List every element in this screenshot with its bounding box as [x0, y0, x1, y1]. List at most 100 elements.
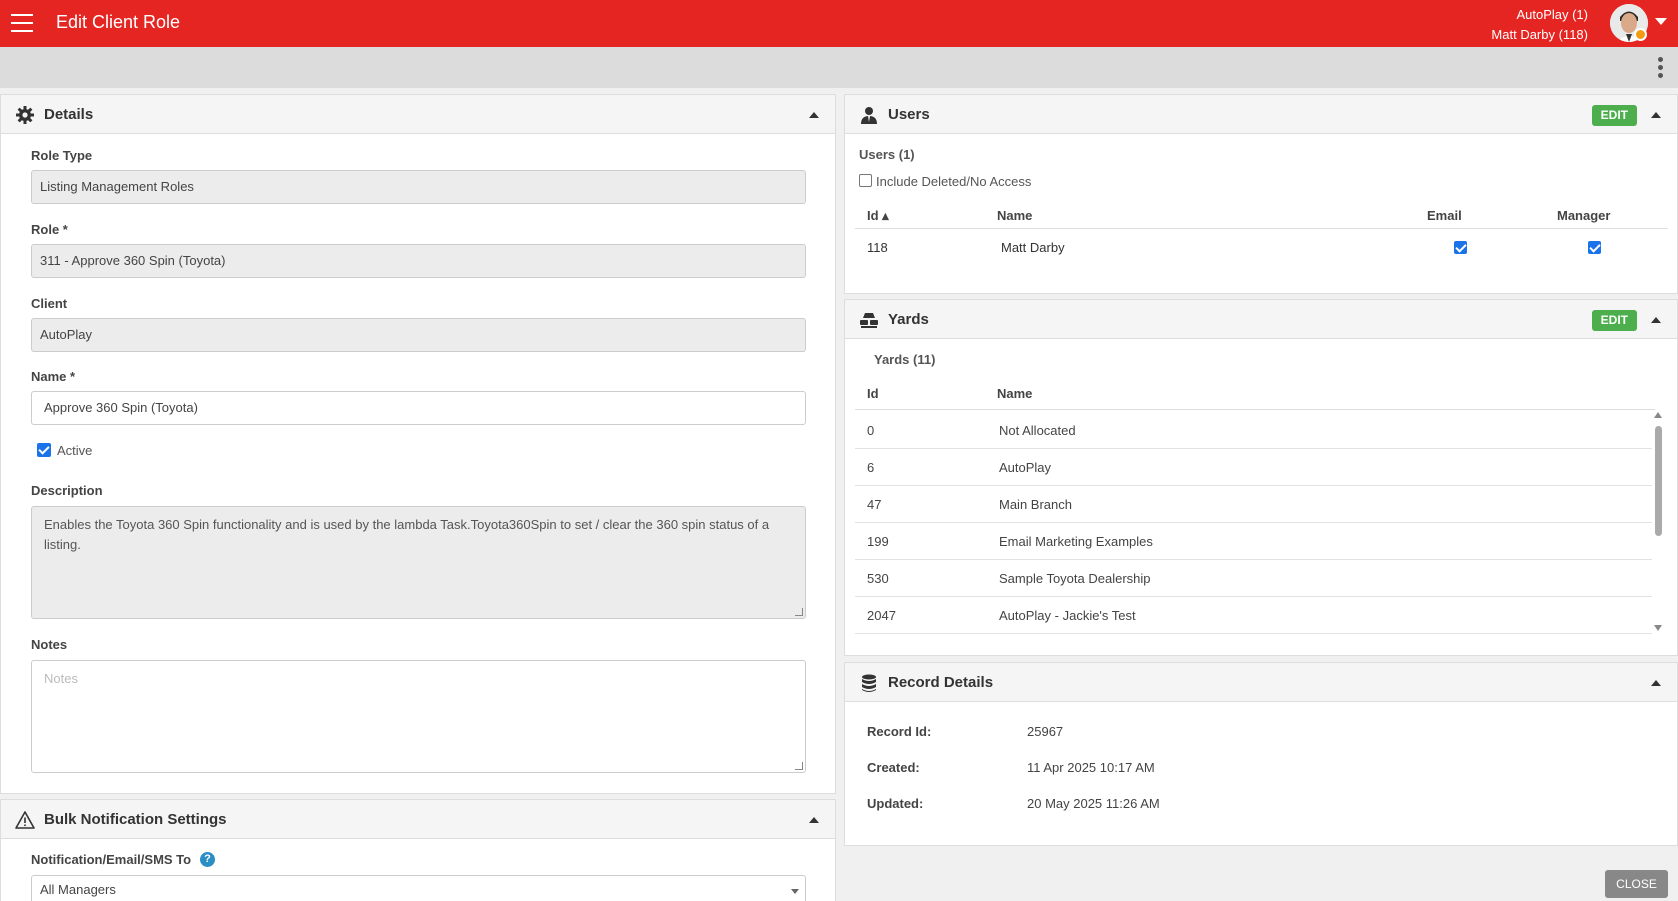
yard-id: 2047 — [867, 608, 896, 623]
users-header[interactable]: Users EDIT — [845, 95, 1677, 134]
users-table-header: Id ▴ Name Email Manager — [855, 205, 1668, 229]
yards-header[interactable]: Yards EDIT — [845, 300, 1677, 339]
yards-title: Yards — [888, 311, 929, 328]
description-textarea[interactable]: Enables the Toyota 360 Spin functionalit… — [31, 506, 806, 619]
toolbar — [0, 47, 1678, 88]
client-field: AutoPlay — [31, 318, 806, 352]
user-manager-checkbox[interactable] — [1588, 241, 1601, 254]
notify-to-label: Notification/Email/SMS To — [31, 852, 192, 867]
chevron-down-icon[interactable] — [1655, 18, 1667, 25]
details-header[interactable]: Details — [1, 95, 835, 134]
table-row[interactable]: 118 Matt Darby — [855, 231, 1668, 267]
bulk-notification-panel: Bulk Notification Settings Notification/… — [0, 799, 836, 901]
yards-scrollbar[interactable] — [1652, 412, 1664, 632]
collapse-icon[interactable] — [809, 817, 819, 823]
top-bar: Edit Client Role AutoPlay (1) Matt Darby… — [0, 0, 1678, 47]
yard-name: Sample Toyota Dealership — [999, 571, 1151, 586]
description-label: Description — [31, 483, 103, 498]
bulk-notification-header[interactable]: Bulk Notification Settings — [1, 800, 835, 839]
yard-id: 530 — [867, 571, 889, 586]
resize-handle[interactable] — [795, 762, 803, 770]
users-col-email[interactable]: Email — [1427, 208, 1462, 223]
users-col-name[interactable]: Name — [997, 208, 1032, 223]
role-type-label: Role Type — [31, 148, 93, 163]
client-label: Client — [31, 296, 68, 311]
include-deleted-label: Include Deleted/No Access — [876, 174, 1032, 189]
chevron-down-icon — [791, 889, 799, 894]
yard-name: Email Marketing Examples — [999, 534, 1153, 549]
gear-icon — [16, 106, 34, 124]
yard-name: AutoPlay - Jackie's Test — [999, 608, 1136, 623]
users-panel: Users EDIT Users (1) Include Deleted/No … — [844, 94, 1678, 294]
users-edit-button[interactable]: EDIT — [1591, 105, 1637, 126]
scrollbar-thumb[interactable] — [1655, 426, 1662, 536]
user-email-checkbox[interactable] — [1454, 241, 1467, 254]
active-label: Active — [57, 443, 93, 458]
user-icon — [861, 107, 877, 124]
users-col-manager[interactable]: Manager — [1557, 208, 1610, 223]
updated-value: 20 May 2025 11:26 AM — [1027, 796, 1160, 811]
bulk-notification-title: Bulk Notification Settings — [44, 811, 227, 828]
created-label: Created: — [867, 760, 920, 775]
close-button[interactable]: CLOSE — [1605, 870, 1668, 898]
help-icon[interactable]: ? — [200, 852, 215, 867]
more-options-icon[interactable] — [1658, 57, 1664, 79]
scroll-down-icon[interactable] — [1654, 625, 1662, 631]
yards-col-name[interactable]: Name — [997, 386, 1032, 401]
record-id-value: 25967 — [1027, 724, 1064, 739]
menu-icon[interactable] — [11, 14, 33, 32]
users-count: Users (1) — [859, 147, 915, 162]
yards-table-header: Id Name — [855, 380, 1655, 410]
yard-name: Main Branch — [999, 497, 1072, 512]
yards-icon — [860, 313, 878, 328]
notes-textarea[interactable]: Notes — [31, 660, 806, 773]
users-col-id[interactable]: Id ▴ — [867, 208, 889, 224]
status-dot-icon — [1634, 28, 1647, 41]
warning-icon — [15, 811, 35, 829]
notify-to-value: All Managers — [40, 882, 116, 897]
details-panel: Details Role Type Listing Management Rol… — [0, 94, 836, 794]
record-details-header[interactable]: Record Details — [845, 663, 1677, 702]
role-field: 311 - Approve 360 Spin (Toyota) — [31, 244, 806, 278]
yard-id: 0 — [867, 423, 875, 438]
name-label: Name * — [31, 369, 76, 384]
database-icon — [862, 674, 876, 692]
user-name: Matt Darby — [1001, 240, 1065, 255]
user-id: 118 — [867, 240, 888, 255]
table-row[interactable]: 530 Sample Toyota Dealership — [855, 560, 1652, 597]
collapse-icon[interactable] — [1651, 680, 1661, 686]
yard-id: 199 — [867, 534, 889, 549]
yards-count: Yards (11) — [874, 352, 936, 367]
table-row[interactable]: 47 Main Branch — [855, 486, 1652, 523]
table-row[interactable]: 2047 AutoPlay - Jackie's Test — [855, 597, 1652, 634]
yard-name: Not Allocated — [999, 423, 1076, 438]
table-row[interactable]: 6 AutoPlay — [855, 449, 1652, 486]
table-row[interactable]: 199 Email Marketing Examples — [855, 523, 1652, 560]
yards-edit-button[interactable]: EDIT — [1591, 310, 1637, 331]
table-row[interactable]: 0 Not Allocated — [855, 412, 1652, 449]
resize-handle[interactable] — [795, 608, 803, 616]
collapse-icon[interactable] — [1651, 317, 1661, 323]
active-checkbox[interactable] — [37, 443, 51, 457]
notes-label: Notes — [31, 637, 68, 652]
yards-panel: Yards EDIT Yards (11) Id Name 0 Not Alloc… — [844, 299, 1678, 656]
collapse-icon[interactable] — [809, 112, 819, 118]
user-line: Matt Darby (118) — [1491, 27, 1588, 42]
yard-id: 47 — [867, 497, 882, 512]
notify-to-select[interactable]: All Managers — [31, 875, 806, 901]
description-text: Enables the Toyota 360 Spin functionalit… — [44, 517, 770, 552]
details-title: Details — [44, 106, 94, 123]
collapse-icon[interactable] — [1651, 112, 1661, 118]
role-label: Role * — [31, 222, 68, 237]
name-input[interactable]: Approve 360 Spin (Toyota) — [31, 391, 806, 425]
users-title: Users — [888, 106, 930, 123]
yard-name: AutoPlay — [999, 460, 1052, 475]
scroll-up-icon[interactable] — [1654, 412, 1662, 418]
yards-col-id[interactable]: Id — [867, 386, 879, 401]
include-deleted-checkbox[interactable] — [859, 174, 872, 187]
user-info[interactable]: AutoPlay (1) Matt Darby (118) — [1491, 5, 1588, 45]
yard-id: 6 — [867, 460, 875, 475]
notes-placeholder: Notes — [44, 671, 78, 686]
updated-label: Updated: — [867, 796, 924, 811]
page-title: Edit Client Role — [56, 12, 181, 32]
